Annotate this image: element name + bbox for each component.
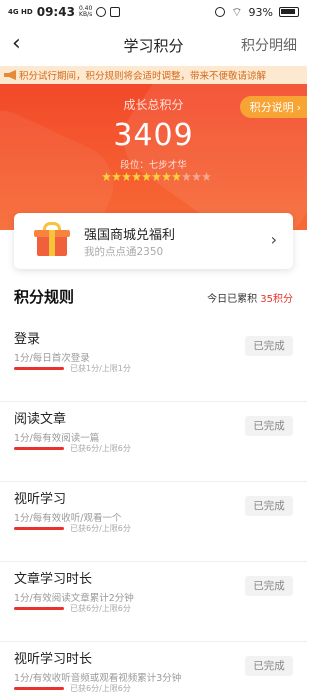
navigation-bar: ‹ 学习积分 积分明细 — [0, 24, 307, 66]
rule-progress-text: 已获1分/上限1分 — [70, 364, 131, 373]
star-filled-icon — [132, 172, 141, 181]
rank-stars — [102, 172, 211, 181]
notice-banner: 积分试行期间，积分规则将会适时调整，带来不便敬请谅解 — [0, 66, 307, 84]
network-speed-unit: KB/s — [79, 11, 93, 18]
rule-name: 阅读文章 — [14, 412, 67, 427]
rule-description: 1分/每有效阅读一篇 — [14, 433, 100, 444]
rule-status-button[interactable]: 已完成 — [245, 336, 293, 356]
rule-progress-bar — [14, 367, 64, 370]
total-score-value: 3409 — [113, 118, 194, 153]
star-empty-icon — [182, 172, 191, 181]
star-filled-icon — [102, 172, 111, 181]
score-hero: 成长总积分 3409 段位：七步才华 积分说明 › — [0, 84, 307, 230]
rule-progress-text: 已获6分/上限6分 — [70, 444, 131, 453]
app-notification-icon — [110, 7, 121, 17]
star-empty-icon — [202, 172, 211, 181]
rule-item-article-duration: 文章学习时长 1分/有效阅读文章累计2分钟 已获6分/上限6分 已完成 — [0, 562, 307, 642]
today-points-label: 今日已累积 — [207, 294, 258, 305]
today-points-value: 35积分 — [260, 294, 293, 305]
rank-value: 七步才华 — [148, 160, 187, 171]
rule-progress-text: 已获6分/上限6分 — [70, 684, 131, 693]
rules-heading: 积分规则 — [14, 288, 75, 306]
star-filled-icon — [172, 172, 181, 181]
rule-item-login: 登录 1分/每日首次登录 已获1分/上限1分 已完成 — [0, 322, 307, 402]
rule-description: 1分/有效阅读文章累计2分钟 — [14, 593, 134, 604]
signal-indicator: 4G HD — [8, 7, 33, 16]
rule-item-read-article: 阅读文章 1分/每有效阅读一篇 已获6分/上限6分 已完成 — [0, 402, 307, 482]
rule-progress-text: 已获6分/上限6分 — [70, 524, 131, 533]
rule-name: 文章学习时长 — [14, 572, 93, 587]
rule-name: 视听学习 — [14, 492, 67, 507]
today-points: 今日已累积 35积分 — [207, 290, 293, 305]
mall-card-title: 强国商城兑福利 — [84, 228, 176, 243]
rules-header: 积分规则 今日已累积 35积分 — [0, 284, 307, 310]
rule-name: 视听学习时长 — [14, 652, 93, 667]
rule-progress-text: 已获6分/上限6分 — [70, 604, 131, 613]
rule-description: 1分/有效收听音频或观看视频累计3分钟 — [14, 673, 182, 684]
rule-progress-bar — [14, 687, 64, 690]
alarm-icon — [215, 7, 226, 17]
points-explanation-label: 积分说明 — [249, 101, 294, 114]
battery-percent: 93% — [248, 5, 273, 19]
rank-label: 段位： — [120, 160, 149, 171]
megaphone-icon — [4, 70, 16, 80]
back-chevron-icon[interactable]: ‹ — [12, 32, 32, 56]
points-explanation-button[interactable]: 积分说明 › — [239, 96, 307, 118]
star-filled-icon — [162, 172, 171, 181]
rule-item-audio-video-duration: 视听学习时长 1分/有效收听音频或观看视频累计3分钟 已获6分/上限6分 已完成 — [0, 642, 307, 700]
star-filled-icon — [112, 172, 121, 181]
notice-text: 积分试行期间，积分规则将会适时调整，带来不便敬请谅解 — [19, 71, 267, 82]
star-filled-icon — [122, 172, 131, 181]
chevron-right-icon: › — [296, 100, 301, 114]
battery-icon — [279, 7, 299, 17]
gift-icon — [34, 222, 70, 258]
rule-status-button[interactable]: 已完成 — [245, 496, 293, 516]
chat-notification-icon — [96, 7, 107, 17]
star-empty-icon — [192, 172, 201, 181]
rule-description: 1分/每日首次登录 — [14, 353, 90, 364]
rule-status-button[interactable]: 已完成 — [245, 656, 293, 676]
rule-status-button[interactable]: 已完成 — [245, 416, 293, 436]
status-bar: 4G HD 09:43 0.40 KB/s ⌔ 93% — [0, 0, 307, 24]
rule-status-button[interactable]: 已完成 — [245, 576, 293, 596]
wifi-icon: ⌔ — [231, 4, 243, 19]
rule-item-audio-video: 视听学习 1分/每有效收听/观看一个 已获6分/上限6分 已完成 — [0, 482, 307, 562]
rule-description: 1分/每有效收听/观看一个 — [14, 513, 122, 524]
rank-text: 段位：七步才华 — [0, 157, 307, 171]
chevron-right-icon: › — [270, 230, 277, 249]
star-filled-icon — [152, 172, 161, 181]
star-filled-icon — [142, 172, 151, 181]
mall-welfare-card[interactable]: 强国商城兑福利 我的点点通2350 › — [14, 213, 293, 269]
rule-name: 登录 — [14, 332, 41, 347]
network-speed: 0.40 KB/s — [79, 6, 92, 18]
clock: 09:43 — [36, 5, 75, 19]
rule-progress-bar — [14, 447, 64, 450]
rule-progress-bar — [14, 607, 64, 610]
points-detail-link[interactable]: 积分明细 — [241, 35, 297, 55]
mall-card-subtitle: 我的点点通2350 — [84, 246, 164, 258]
rule-progress-bar — [14, 527, 64, 530]
